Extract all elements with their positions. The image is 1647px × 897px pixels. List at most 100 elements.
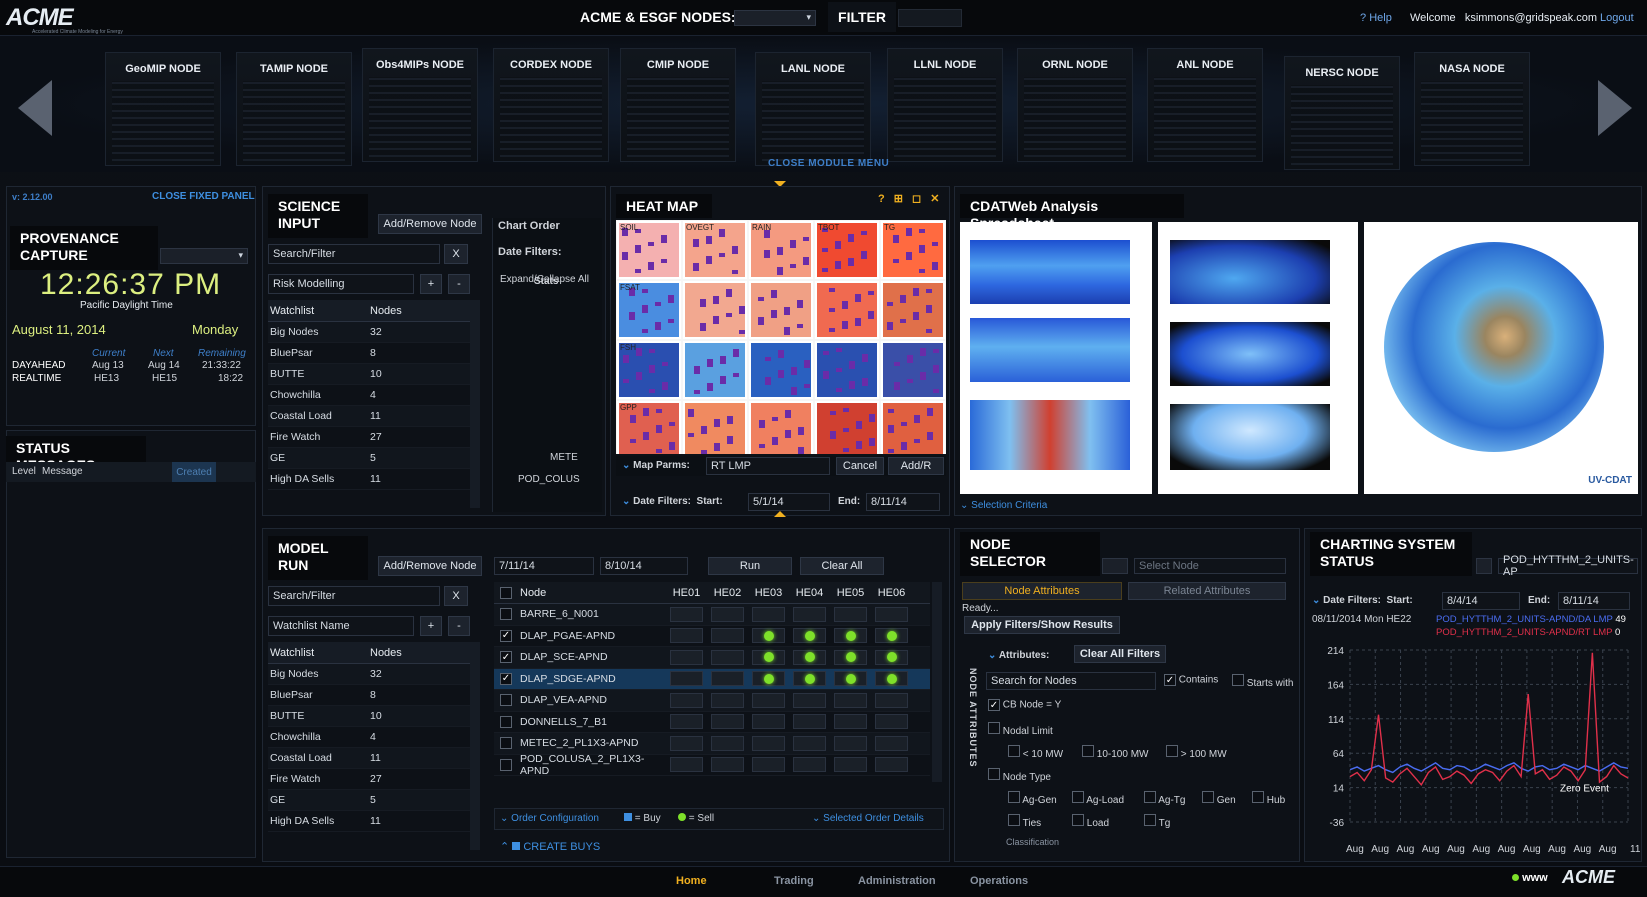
tab-related-attributes[interactable]: Related Attributes	[1128, 582, 1286, 600]
he-cell[interactable]	[670, 649, 703, 665]
clear-filters-button[interactable]: Clear All Filters	[1074, 645, 1166, 663]
node-card[interactable]: CMIP NODE	[620, 48, 736, 162]
heatmap-add-button[interactable]: Add/R	[888, 457, 944, 475]
create-buys-button[interactable]: ⌃ CREATE BUYS	[500, 840, 600, 853]
he-cell[interactable]	[670, 757, 703, 773]
row-checkbox[interactable]	[500, 758, 512, 771]
heatmap-cancel-button[interactable]: Cancel	[836, 457, 884, 475]
heatmap-tile[interactable]	[815, 341, 879, 399]
type-ag-load[interactable]: Ag-Load	[1072, 791, 1124, 806]
table-row[interactable]: BUTTE 10	[268, 364, 474, 385]
expand-caret-icon[interactable]	[774, 511, 786, 517]
series-select[interactable]: POD_HYTTHM_2_UNITS-AP	[1498, 554, 1638, 578]
select-node-input[interactable]: Select Node	[1134, 558, 1286, 574]
row-checkbox[interactable]: ✓	[500, 629, 512, 642]
he-cell[interactable]	[670, 735, 703, 751]
tab-node-attributes[interactable]: Node Attributes	[962, 582, 1122, 600]
he-cell[interactable]	[875, 628, 908, 644]
node-card[interactable]: GeoMIP NODE	[105, 52, 221, 166]
model-scrollbar[interactable]	[470, 642, 480, 850]
he-cell[interactable]	[834, 757, 867, 773]
provenance-dropdown[interactable]: ▾	[160, 248, 248, 264]
row-checkbox[interactable]: ✓	[500, 651, 512, 664]
model-search-input[interactable]: Search/Filter	[268, 586, 440, 606]
he-cell[interactable]	[670, 714, 703, 730]
search-nodes-input[interactable]: Search for Nodes	[986, 672, 1156, 690]
he-cell[interactable]	[793, 606, 826, 622]
he-cell[interactable]	[793, 714, 826, 730]
order-row[interactable]: ✓ DLAP_SCE-APND	[494, 647, 930, 669]
table-row[interactable]: Big Nodes 32	[268, 664, 474, 685]
starts-with-option[interactable]: Starts with	[1232, 674, 1293, 689]
he-cell[interactable]	[670, 671, 703, 687]
table-row[interactable]: Chowchilla 4	[268, 385, 474, 406]
he-cell[interactable]	[711, 692, 744, 708]
he-cell[interactable]	[793, 735, 826, 751]
he-cell[interactable]	[670, 606, 703, 622]
he-cell[interactable]	[752, 714, 785, 730]
he-cell[interactable]	[793, 692, 826, 708]
model-add-button[interactable]: +	[420, 616, 442, 636]
he-cell[interactable]	[752, 692, 785, 708]
tab-trading[interactable]: Trading	[774, 875, 814, 887]
he-cell[interactable]	[752, 649, 785, 665]
table-row[interactable]: BluePsar 8	[268, 685, 474, 706]
order-row[interactable]: POD_COLUSA_2_PL1X3-APND	[494, 753, 930, 777]
selected-order-link[interactable]: ⌄ Selected Order Details	[812, 813, 924, 824]
node-card[interactable]: ANL NODE	[1147, 48, 1263, 162]
type-ties[interactable]: Ties	[1008, 814, 1041, 829]
node-card[interactable]: LANL NODE	[755, 52, 871, 166]
limit-under-10[interactable]: < 10 MW	[1008, 745, 1063, 760]
nodes-dropdown[interactable]: ▾	[734, 10, 816, 26]
he-cell[interactable]	[834, 692, 867, 708]
model-add-remove-button[interactable]: Add/Remove Node	[378, 556, 482, 576]
contains-option[interactable]: ✓ Contains	[1164, 674, 1218, 686]
selector-dropdown[interactable]	[1102, 558, 1128, 574]
type-load[interactable]: Load	[1072, 814, 1109, 829]
cb-node-option[interactable]: ✓ CB Node = Y	[988, 699, 1061, 711]
science-search-input[interactable]: Search/Filter	[268, 244, 440, 264]
node-card[interactable]: NASA NODE	[1414, 52, 1530, 166]
node-card[interactable]: LLNL NODE	[887, 48, 1003, 162]
science-add-button[interactable]: +	[420, 274, 442, 294]
tab-administration[interactable]: Administration	[858, 875, 936, 887]
carousel-next-icon[interactable]	[1598, 80, 1632, 136]
tab-operations[interactable]: Operations	[970, 875, 1028, 887]
node-card[interactable]: TAMIP NODE	[236, 52, 352, 166]
science-clear-button[interactable]: X	[444, 244, 468, 264]
row-checkbox[interactable]	[500, 694, 512, 707]
he-cell[interactable]	[711, 671, 744, 687]
he-cell[interactable]	[834, 671, 867, 687]
row-checkbox[interactable]	[500, 608, 512, 621]
heatmap-window-icons[interactable]: ? ⊞ ◻ ✕	[878, 192, 942, 205]
science-add-remove-button[interactable]: Add/Remove Node	[378, 214, 482, 234]
row-checkbox[interactable]	[500, 737, 512, 750]
he-cell[interactable]	[875, 606, 908, 622]
type-ag-gen[interactable]: Ag-Gen	[1008, 791, 1057, 806]
he-cell[interactable]	[711, 606, 744, 622]
he-cell[interactable]	[875, 757, 908, 773]
table-row[interactable]: Coastal Load 11	[268, 406, 474, 427]
model-date-from[interactable]: 7/11/14	[494, 557, 594, 575]
table-row[interactable]: Fire Watch 27	[268, 427, 474, 448]
he-cell[interactable]	[793, 649, 826, 665]
run-button[interactable]: Run	[708, 557, 792, 575]
status-col-created[interactable]: Created	[172, 462, 216, 482]
apply-filters-button[interactable]: Apply Filters/Show Results	[964, 616, 1120, 634]
table-row[interactable]: High DA Sells 11	[268, 811, 474, 832]
heatmap-tile[interactable]	[683, 281, 747, 339]
he-cell[interactable]	[793, 671, 826, 687]
he-cell[interactable]	[875, 714, 908, 730]
table-row[interactable]: Chowchilla 4	[268, 727, 474, 748]
filter-input[interactable]	[898, 9, 962, 27]
order-row[interactable]: BARRE_6_N001	[494, 604, 930, 626]
clear-all-button[interactable]: Clear All	[800, 557, 884, 575]
nodal-limit-option[interactable]: Nodal Limit	[988, 722, 1053, 737]
he-cell[interactable]	[875, 649, 908, 665]
select-all-checkbox[interactable]	[500, 586, 512, 599]
he-cell[interactable]	[670, 692, 703, 708]
he-cell[interactable]	[793, 628, 826, 644]
model-date-to[interactable]: 8/10/14	[600, 557, 688, 575]
carousel-prev-icon[interactable]	[18, 80, 52, 136]
order-config-link[interactable]: ⌄ Order Configuration	[500, 813, 599, 824]
